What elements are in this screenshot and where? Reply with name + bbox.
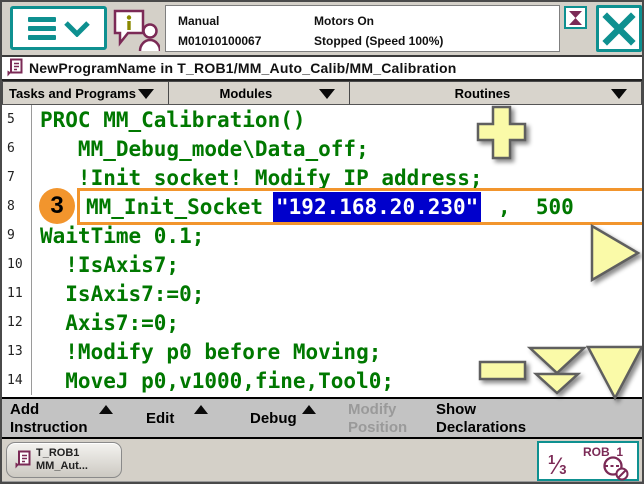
menu-up-arrow-icon bbox=[194, 405, 208, 414]
highlighted-instruction[interactable]: MM_Init_Socket "192.168.20.230" , 500 bbox=[77, 188, 644, 225]
hamburger-icon bbox=[28, 17, 56, 40]
modules-dropdown[interactable]: Modules bbox=[169, 81, 350, 104]
main-menu-button[interactable] bbox=[10, 6, 107, 50]
dropdown-arrow-icon bbox=[319, 89, 335, 99]
jog-wheel-disabled-icon bbox=[602, 455, 629, 484]
task-name: T_ROB1 bbox=[36, 447, 79, 459]
code-line[interactable]: 12 Axis7:=0; bbox=[2, 308, 642, 337]
add-instruction-button[interactable]: Add Instruction bbox=[10, 401, 102, 437]
task-window-button[interactable]: T_ROB1 MM_Aut... bbox=[6, 442, 122, 478]
controller-status-panel[interactable]: Manual M01010100067 Motors On Stopped (S… bbox=[165, 5, 560, 52]
breadcrumb: NewProgramName in T_ROB1/MM_Auto_Calib/M… bbox=[2, 57, 642, 81]
page-indicator: 1∕3 bbox=[548, 452, 566, 481]
quickset-panel[interactable]: ROB_1 1∕3 bbox=[537, 441, 639, 481]
menu-up-arrow-icon bbox=[99, 405, 113, 414]
program-document-icon bbox=[14, 450, 31, 470]
close-button[interactable] bbox=[596, 5, 642, 52]
editor-menu-row: Tasks and Programs Modules Routines bbox=[2, 81, 642, 105]
annotation-step-badge: 3 bbox=[39, 188, 75, 224]
debug-button[interactable]: Debug bbox=[250, 410, 297, 428]
code-line[interactable]: 9 WaitTime 0.1; bbox=[2, 221, 642, 250]
code-line[interactable]: 10 !IsAxis7; bbox=[2, 250, 642, 279]
operating-mode: Manual bbox=[178, 11, 261, 31]
system-id: M01010100067 bbox=[178, 31, 261, 51]
taskbar: T_ROB1 MM_Aut... ROB_1 1∕3 bbox=[2, 439, 642, 481]
dropdown-arrow-icon bbox=[611, 89, 627, 99]
show-declarations-button[interactable]: Show Declarations bbox=[436, 401, 541, 437]
hourglass-icon bbox=[564, 6, 587, 29]
tasks-and-programs-dropdown[interactable]: Tasks and Programs bbox=[2, 81, 169, 104]
code-line[interactable]: 11 IsAxis7:=0; bbox=[2, 279, 642, 308]
menu-up-arrow-icon bbox=[302, 405, 316, 414]
operator-message-icon[interactable] bbox=[112, 8, 160, 57]
chevron-down-icon bbox=[64, 20, 90, 37]
routines-dropdown[interactable]: Routines bbox=[350, 81, 642, 104]
module-name: MM_Aut... bbox=[36, 460, 88, 472]
program-path: NewProgramName in T_ROB1/MM_Auto_Calib/M… bbox=[29, 60, 457, 76]
flexpendant-screen: Manual M01010100067 Motors On Stopped (S… bbox=[0, 0, 644, 484]
code-line[interactable]: 14 MoveJ p0,v1000,fine,Tool0; bbox=[2, 366, 642, 395]
program-document-icon bbox=[6, 58, 23, 78]
close-icon bbox=[600, 10, 638, 48]
dropdown-arrow-icon bbox=[138, 89, 154, 99]
editor-toolbar: Add Instruction Edit Debug Modify Positi… bbox=[2, 397, 642, 439]
edit-button[interactable]: Edit bbox=[146, 410, 174, 428]
code-line-highlighted[interactable]: 8 3 MM_Init_Socket "192.168.20.230" , 50… bbox=[2, 192, 642, 221]
motors-state: Motors On bbox=[314, 11, 443, 31]
selected-argument[interactable]: "192.168.20.230" bbox=[273, 192, 481, 222]
code-line[interactable]: 5 PROC MM_Calibration() bbox=[2, 105, 642, 134]
status-bar: Manual M01010100067 Motors On Stopped (S… bbox=[2, 2, 642, 57]
code-line[interactable]: 13 !Modify p0 before Moving; bbox=[2, 337, 642, 366]
code-line[interactable]: 6 MM_Debug_mode\Data_off; bbox=[2, 134, 642, 163]
modify-position-button: Modify Position bbox=[348, 401, 418, 437]
code-editor: 5 PROC MM_Calibration() 6 MM_Debug_mode\… bbox=[2, 105, 642, 397]
execution-state: Stopped (Speed 100%) bbox=[314, 31, 443, 51]
